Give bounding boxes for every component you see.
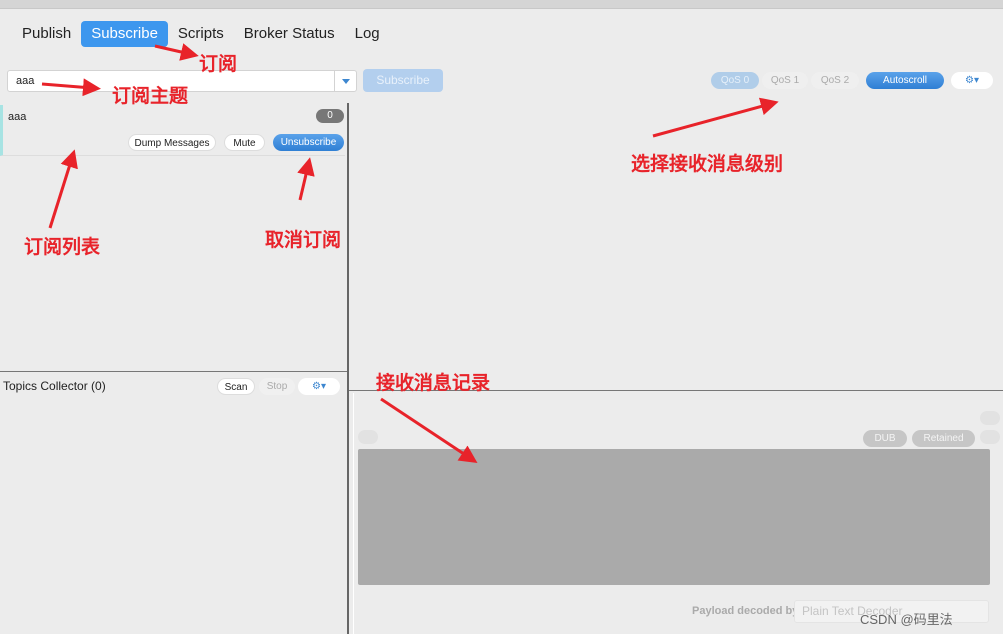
annotation-sub-list: 订阅列表 bbox=[24, 237, 101, 258]
arrow-qos bbox=[652, 97, 779, 138]
annotation-qos-level: 选择接收消息级别 bbox=[631, 154, 784, 175]
annotation-subscribe: 订阅 bbox=[199, 54, 238, 75]
arrow-unsub bbox=[297, 157, 315, 201]
annotation-messages: 接收消息记录 bbox=[376, 373, 491, 394]
annotation-unsubscribe: 取消订阅 bbox=[265, 230, 342, 251]
arrow-topic bbox=[41, 78, 101, 97]
arrow-sub-list bbox=[48, 149, 78, 229]
arrow-subscribe bbox=[154, 43, 199, 61]
annotation-topic: 订阅主题 bbox=[112, 86, 189, 107]
arrow-messages bbox=[380, 397, 478, 463]
